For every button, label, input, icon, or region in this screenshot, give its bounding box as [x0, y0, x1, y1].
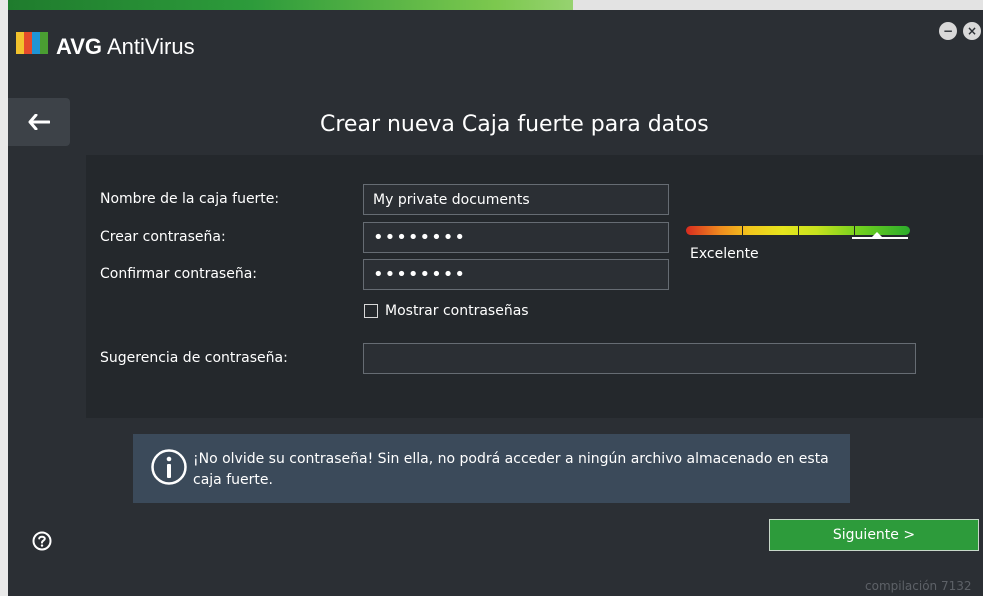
show-passwords-checkbox[interactable]: Mostrar contraseñas	[364, 303, 529, 319]
password-strength-meter	[686, 226, 910, 240]
info-icon	[151, 449, 187, 485]
close-icon: ×	[966, 24, 978, 38]
close-button[interactable]: ×	[963, 22, 981, 40]
arrow-left-icon	[28, 114, 50, 130]
strength-tick	[854, 226, 855, 235]
avg-window: AVG AntiVirus − × Crear nueva Caja fuert…	[0, 0, 983, 596]
create-password-label: Crear contraseña:	[100, 229, 226, 245]
strength-tick	[798, 226, 799, 235]
password-hint-input[interactable]	[363, 343, 916, 374]
vault-name-input[interactable]	[363, 184, 669, 215]
strength-pointer-icon	[871, 232, 883, 238]
password-hint-label: Sugerencia de contraseña:	[100, 350, 288, 366]
back-button[interactable]	[8, 98, 70, 146]
show-passwords-label: Mostrar contraseñas	[385, 303, 529, 319]
vault-name-label: Nombre de la caja fuerte:	[100, 191, 280, 207]
next-button[interactable]: Siguiente >	[769, 519, 979, 551]
window-top-right-strip	[573, 0, 983, 10]
page-title: Crear nueva Caja fuerte para datos	[320, 112, 709, 137]
avg-logo-icon	[16, 32, 48, 54]
build-number: compilación 7132	[865, 579, 972, 593]
strength-tick	[742, 226, 743, 235]
app-title-brand: AVG	[56, 34, 103, 59]
confirm-password-input[interactable]: ••••••••	[363, 259, 669, 290]
confirm-password-label: Confirmar contraseña:	[100, 266, 258, 282]
checkbox-icon[interactable]	[364, 304, 378, 318]
password-strength-label: Excelente	[690, 246, 759, 262]
minimize-button[interactable]: −	[939, 22, 957, 40]
create-password-input[interactable]: ••••••••	[363, 222, 669, 253]
minimize-icon: −	[942, 24, 954, 38]
password-warning-text: ¡No olvide su contraseña! Sin ella, no p…	[193, 451, 829, 488]
app-title-product: AntiVirus	[106, 34, 195, 59]
app-title: AVG AntiVirus	[56, 34, 195, 60]
help-icon[interactable]	[32, 531, 52, 551]
left-window-border	[0, 0, 8, 596]
